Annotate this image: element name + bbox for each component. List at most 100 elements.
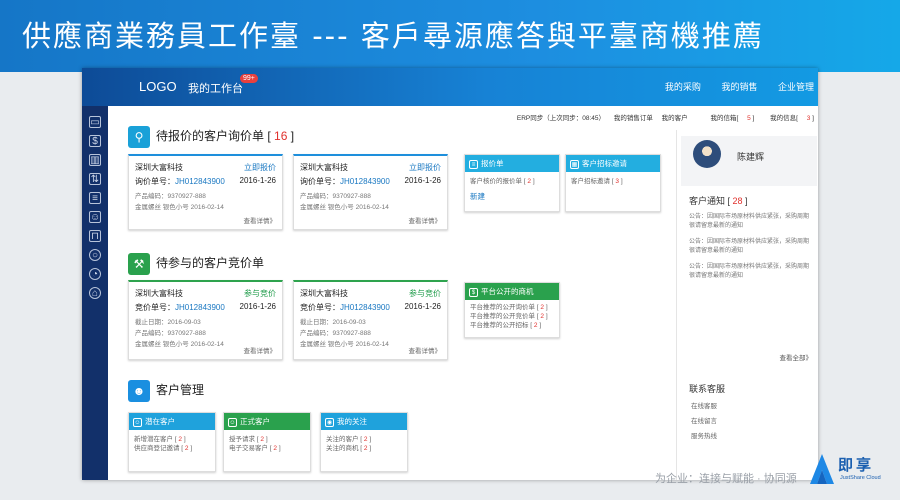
hotline-link[interactable]: 服务热线 bbox=[691, 430, 717, 440]
opportunity-box-header: $ 平台公开的商机 bbox=[465, 283, 559, 300]
quote-icon: ≡ bbox=[469, 159, 478, 169]
inquiry-no[interactable]: JH012843900 bbox=[175, 177, 225, 186]
messages-link[interactable]: 我的信息[ 3 ] bbox=[763, 115, 814, 122]
opportunity-title: 平台公开的商机 bbox=[481, 287, 534, 296]
customer-line-label: 供应商登记邀请 bbox=[134, 445, 180, 452]
join-bid-link[interactable]: 参与竞价 bbox=[409, 288, 441, 299]
view-detail-link[interactable]: 查看详情》 bbox=[244, 345, 277, 355]
slide-title: 供應商業務員工作臺 --- 客戶尋源應答與平臺商機推薦 bbox=[0, 0, 900, 72]
bid-no[interactable]: JH012843900 bbox=[175, 303, 225, 312]
nav-my-purchase[interactable]: 我的采购 bbox=[665, 82, 701, 92]
notice-item[interactable]: 公告：因国际市场原材料供应紧张，采购周期很请留意最新的通知 bbox=[689, 263, 813, 281]
sales-orders-link[interactable]: 我的销售订单 bbox=[614, 115, 653, 122]
notification-badge: 99+ bbox=[240, 74, 258, 83]
quote-now-link[interactable]: 立即报价 bbox=[409, 162, 441, 173]
customer-line[interactable]: 电子交易客户 [ 2 ] bbox=[229, 444, 305, 453]
right-panel: 陈建辉 客户通知 [ 28 ] 公告：因国际市场原材料供应紧张，采购周期很请留意… bbox=[676, 130, 818, 480]
potential-title: 潜在客户 bbox=[145, 417, 175, 426]
product-code: 产品编码：9370927-888 bbox=[300, 330, 371, 337]
view-all-link[interactable]: 查看全部》 bbox=[780, 352, 813, 362]
brand-subtitle: JustShare Cloud bbox=[840, 475, 881, 481]
tender-invite-box[interactable]: ▦ 客户招标邀请 客户招标邀请 [ 3 ] bbox=[565, 154, 661, 212]
notice-header: 客户通知 [ 28 ] bbox=[689, 196, 748, 206]
dollar-icon: $ bbox=[469, 287, 478, 297]
potential-customer-box[interactable]: ☺ 潜在客户 新增潜在客户 [ 2 ] 供应商登记邀请 [ 2 ] bbox=[128, 412, 216, 472]
inquiry-date: 2016-1-26 bbox=[404, 176, 441, 185]
bid-date: 2016-1-26 bbox=[239, 302, 276, 311]
new-quote-link[interactable]: 新建 bbox=[465, 186, 559, 201]
my-follows-box[interactable]: ◉ 我的关注 关注的客户 [ 2 ] 关注的商机 [ 2 ] bbox=[320, 412, 408, 472]
customer-line-count: 2 bbox=[273, 445, 278, 452]
customer-line[interactable]: 授予请求 [ 2 ] bbox=[229, 435, 305, 444]
product-meta: 金属螺丝 银色小号 2016-02-14 bbox=[300, 204, 389, 211]
coin-icon[interactable]: $ bbox=[89, 135, 101, 147]
footer-slogan: 为企业：连接与赋能 · 协同源 bbox=[655, 473, 797, 485]
customer-line-label: 关注的客户 bbox=[326, 436, 359, 443]
user-icon[interactable]: ⌂ bbox=[89, 287, 101, 299]
mailbox-link[interactable]: 我的信箱[ 5 ] bbox=[703, 115, 754, 122]
inquiry-no[interactable]: JH012843900 bbox=[340, 177, 390, 186]
service-title: 联系客服 bbox=[689, 384, 726, 394]
logo[interactable]: LOGO bbox=[139, 79, 177, 94]
company-name: 深圳大富科技 bbox=[135, 289, 183, 298]
notice-item[interactable]: 公告：因国际市场原材料供应紧张，采购周期很请留意最新的通知 bbox=[689, 213, 813, 231]
company-name: 深圳大富科技 bbox=[300, 163, 348, 172]
app-window: LOGO 我的工作台 99+ 我的采购 我的销售 企业管理 ▭ $ ▥ ⇅ ≡ … bbox=[82, 68, 818, 480]
view-detail-link[interactable]: 查看详情》 bbox=[244, 215, 277, 225]
quotation-box[interactable]: ≡ 报价单 客户核价的报价单 [ 2 ] 新建 bbox=[464, 154, 560, 212]
tender-icon: ▦ bbox=[570, 159, 579, 169]
company-name: 深圳大富科技 bbox=[135, 163, 183, 172]
avatar[interactable] bbox=[693, 140, 721, 168]
document-icon[interactable]: ≡ bbox=[89, 192, 101, 204]
opportunity-line[interactable]: 平台推荐的公开竞价单 [ 2 ] bbox=[470, 312, 554, 321]
formal-title: 正式客户 bbox=[240, 417, 270, 426]
customer-line[interactable]: 供应商登记邀请 [ 2 ] bbox=[134, 444, 210, 453]
inquiry-card[interactable]: 深圳大富科技 立即报价 询价单号：JH012843900 2016-1-26 产品编… bbox=[128, 154, 283, 230]
briefcase-icon[interactable]: ▭ bbox=[89, 116, 101, 128]
nav-enterprise[interactable]: 企业管理 bbox=[778, 82, 814, 92]
eye-icon: ◉ bbox=[325, 417, 334, 427]
bidding-title: 待参与的客户竞价单 bbox=[156, 256, 265, 271]
bidding-card[interactable]: 深圳大富科技 参与竞价 竞价单号：JH012843900 2016-1-26 截止日… bbox=[293, 280, 448, 360]
inquiry-no-label: 询价单号： bbox=[300, 177, 340, 186]
search-icon[interactable]: ○ bbox=[89, 249, 101, 261]
mailbox-count: 5 bbox=[747, 115, 751, 122]
nav-my-sales[interactable]: 我的销售 bbox=[721, 82, 757, 92]
online-service-link[interactable]: 在线客服 bbox=[691, 400, 717, 410]
customer-title: 客户管理 bbox=[156, 383, 205, 398]
my-customers-link[interactable]: 我的客户 bbox=[662, 115, 688, 122]
customer-line-label: 授予请求 bbox=[229, 436, 255, 443]
team-icon[interactable]: ☺ bbox=[89, 211, 101, 223]
view-detail-link[interactable]: 查看详情》 bbox=[409, 215, 442, 225]
bid-no[interactable]: JH012843900 bbox=[340, 303, 390, 312]
workspace-link[interactable]: 我的工作台 bbox=[188, 80, 243, 96]
quote-now-link[interactable]: 立即报价 bbox=[244, 162, 276, 173]
bag-icon[interactable]: ⊓ bbox=[89, 230, 101, 242]
notice-item[interactable]: 公告：因国际市场原材料供应紧张，采购周期很请留意最新的通知 bbox=[689, 238, 813, 256]
customer-section-header: ☻ 客户管理 bbox=[128, 380, 204, 402]
profile-card[interactable]: 陈建辉 bbox=[681, 136, 817, 186]
opportunity-line[interactable]: 平台推荐的公开招标 [ 2 ] bbox=[470, 321, 554, 330]
messages-count: 3 bbox=[806, 115, 811, 122]
opportunity-line-label: 平台推荐的公开招标 bbox=[470, 322, 529, 329]
bid-deadline: 截止日期：2016-09-03 bbox=[300, 319, 366, 326]
tender-box-header: ▦ 客户招标邀请 bbox=[566, 155, 660, 172]
online-message-link[interactable]: 在线留言 bbox=[691, 415, 717, 425]
public-opportunity-box[interactable]: $ 平台公开的商机 平台推荐的公开询价单 [ 2 ] 平台推荐的公开竞价单 [ 2… bbox=[464, 282, 560, 338]
chart-icon[interactable]: ◔ bbox=[89, 268, 101, 280]
sub-toolbar: ERP同步（上次同步：08:45） 我的销售订单 我的客户 我的信箱[ 5 ] … bbox=[108, 106, 818, 128]
opportunity-line[interactable]: 平台推荐的公开询价单 [ 2 ] bbox=[470, 303, 554, 312]
customer-line[interactable]: 关注的商机 [ 2 ] bbox=[326, 444, 402, 453]
bidding-card[interactable]: 深圳大富科技 参与竞价 竞价单号：JH012843900 2016-1-26 截止日… bbox=[128, 280, 283, 360]
exchange-icon[interactable]: ⇅ bbox=[89, 173, 101, 185]
erp-sync[interactable]: ERP同步（上次同步：08:45） bbox=[517, 115, 605, 122]
map-icon[interactable]: ▥ bbox=[89, 154, 101, 166]
formal-customer-box[interactable]: ☺ 正式客户 授予请求 [ 2 ] 电子交易客户 [ 2 ] bbox=[223, 412, 311, 472]
brand-name: 即享 bbox=[838, 457, 875, 474]
view-detail-link[interactable]: 查看详情》 bbox=[409, 345, 442, 355]
customer-line[interactable]: 新增潜在客户 [ 2 ] bbox=[134, 435, 210, 444]
tender-title: 客户招标邀请 bbox=[582, 159, 627, 168]
join-bid-link[interactable]: 参与竞价 bbox=[244, 288, 276, 299]
inquiry-card[interactable]: 深圳大富科技 立即报价 询价单号：JH012843900 2016-1-26 产品编… bbox=[293, 154, 448, 230]
customer-line[interactable]: 关注的客户 [ 2 ] bbox=[326, 435, 402, 444]
